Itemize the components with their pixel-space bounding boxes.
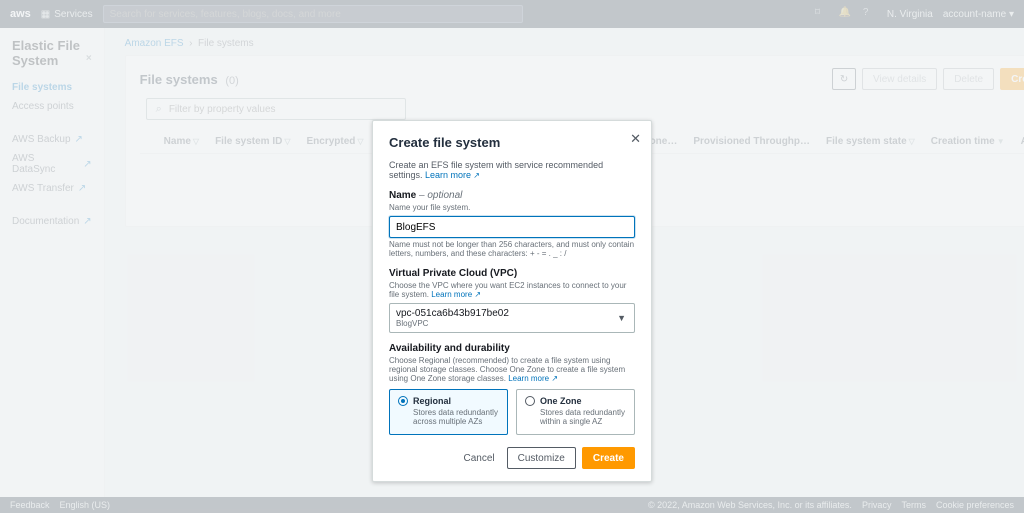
modal-title: Create file system [389, 135, 635, 150]
option-title: One Zone [540, 396, 582, 406]
option-desc: Stores data redundantly within a single … [540, 408, 626, 426]
learn-more-link[interactable]: Learn more [508, 374, 558, 383]
create-file-system-modal: ✕ Create file system Create an EFS file … [372, 120, 652, 482]
availability-label: Availability and durability [389, 343, 635, 354]
learn-more-link[interactable]: Learn more [431, 290, 481, 299]
name-input[interactable] [389, 216, 635, 238]
customize-button[interactable]: Customize [507, 447, 576, 469]
vpc-subvalue: BlogVPC [396, 319, 628, 328]
radio-icon [398, 396, 408, 406]
vpc-hint-text: Choose the VPC where you want EC2 instan… [389, 281, 626, 299]
modal-footer: Cancel Customize Create [389, 447, 635, 469]
modal-intro: Create an EFS file system with service r… [389, 160, 635, 180]
name-hint: Name your file system. [389, 203, 635, 212]
label-text: Name [389, 190, 416, 201]
cancel-button[interactable]: Cancel [457, 447, 500, 469]
modal-intro-text: Create an EFS file system with service r… [389, 160, 603, 180]
option-title: Regional [413, 396, 451, 406]
label-optional: – optional [416, 190, 462, 201]
option-regional[interactable]: Regional Stores data redundantly across … [389, 389, 508, 435]
name-label: Name – optional [389, 190, 635, 201]
learn-more-link[interactable]: Learn more [425, 170, 480, 180]
vpc-label: Virtual Private Cloud (VPC) [389, 268, 635, 279]
name-constraint: Name must not be longer than 256 charact… [389, 240, 635, 258]
chevron-down-icon: ▼ [617, 313, 626, 323]
option-one-zone[interactable]: One Zone Stores data redundantly within … [516, 389, 635, 435]
modal-overlay: ✕ Create file system Create an EFS file … [0, 0, 1024, 513]
create-button[interactable]: Create [582, 447, 635, 469]
radio-icon [525, 396, 535, 406]
name-field: Name – optional Name your file system. N… [389, 190, 635, 258]
vpc-field: Virtual Private Cloud (VPC) Choose the V… [389, 268, 635, 333]
vpc-hint: Choose the VPC where you want EC2 instan… [389, 281, 635, 299]
close-icon[interactable]: ✕ [630, 131, 641, 147]
availability-hint: Choose Regional (recommended) to create … [389, 356, 635, 383]
vpc-select[interactable]: vpc-051ca6b43b917be02 BlogVPC ▼ [389, 303, 635, 333]
option-desc: Stores data redundantly across multiple … [413, 408, 499, 426]
availability-field: Availability and durability Choose Regio… [389, 343, 635, 435]
vpc-value: vpc-051ca6b43b917be02 [396, 308, 628, 319]
availability-options: Regional Stores data redundantly across … [389, 389, 635, 435]
